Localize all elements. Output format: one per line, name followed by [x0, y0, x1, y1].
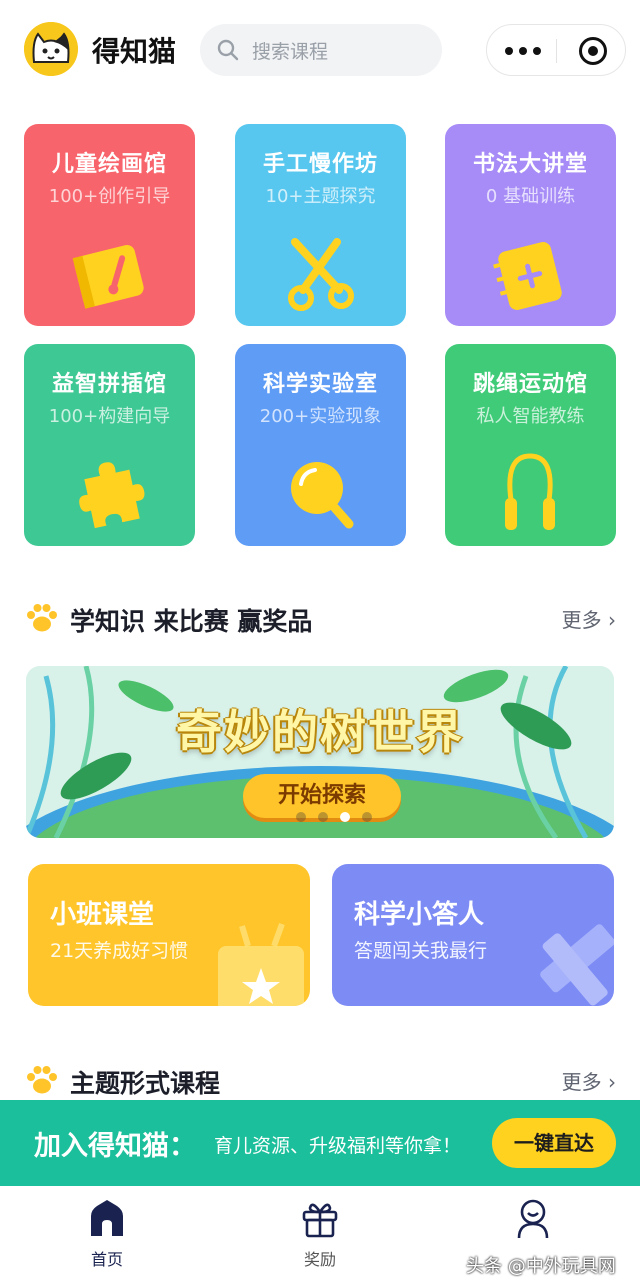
category-subtitle: 私人智能教练 [476, 406, 585, 427]
scissors-icon [275, 228, 365, 318]
tab-home[interactable]: 首页 [52, 1194, 162, 1274]
category-title: 书法大讲堂 [472, 152, 588, 177]
section-title: 主题形式课程 [70, 1069, 221, 1098]
watermark: 头条 @中外玩具网 [466, 1256, 616, 1277]
carousel-dot-active[interactable] [340, 812, 350, 822]
chevron-right-icon: › [608, 608, 616, 632]
capsule-divider [556, 39, 557, 63]
category-card-science[interactable]: 科学实验室 200+实验现象 [235, 344, 406, 546]
category-title: 儿童绘画馆 [51, 152, 167, 177]
carousel-dot[interactable] [296, 812, 306, 822]
category-title: 科学实验室 [262, 372, 378, 397]
home-icon [91, 1200, 123, 1236]
search-placeholder: 搜索课程 [252, 41, 329, 63]
magnifier-icon [275, 448, 365, 538]
promo-banner-carousel[interactable]: 奇妙的树世界 开始探索 [26, 666, 614, 838]
search-input[interactable]: 搜索课程 [200, 24, 442, 76]
more-label: 更多 [561, 608, 602, 632]
category-card-drawing[interactable]: 儿童绘画馆 100+创作引导 [24, 124, 195, 326]
banner-title: 奇妙的树世界 [176, 705, 464, 759]
paw-icon [27, 604, 57, 632]
category-card-jump-rope[interactable]: 跳绳运动馆 私人智能教练 [445, 344, 616, 546]
category-card-handcraft[interactable]: 手工慢作坊 10+主题探究 [235, 124, 406, 326]
tab-label: 首页 [90, 1250, 123, 1269]
join-banner: 加入得知猫： 育儿资源、升级福利等你拿！ 一键直达 [0, 1100, 640, 1186]
header: 得知猫 搜索课程 [0, 0, 640, 100]
carousel-dot[interactable] [362, 812, 372, 822]
promo-card-science-quiz[interactable]: 科学小答人 答题闯关我最行 [332, 864, 614, 1006]
category-subtitle: 100+创作引导 [48, 186, 171, 207]
promo-title: 科学小答人 [354, 900, 485, 930]
cat-logo-icon [24, 22, 78, 76]
promo-subtitle: 答题闯关我最行 [354, 940, 488, 962]
paw-icon [27, 1066, 57, 1094]
more-link[interactable]: 更多 › [562, 604, 616, 633]
section-title: 学知识 来比赛 赢奖品 [70, 607, 313, 636]
pencil-ruler-icon [540, 924, 614, 1006]
mini-program-capsule [486, 24, 626, 76]
join-title: 加入得知猫： [34, 1131, 196, 1162]
more-link[interactable]: 更多 › [562, 1066, 616, 1095]
tab-rewards[interactable]: 奖励 [265, 1194, 375, 1274]
join-now-button[interactable]: 一键直达 [492, 1118, 616, 1168]
carousel-dot[interactable] [318, 812, 328, 822]
category-subtitle: 10+主题探究 [265, 186, 376, 207]
promo-title: 小班课堂 [50, 900, 155, 930]
sketchbook-icon [64, 228, 154, 318]
profile-icon [517, 1199, 549, 1239]
promo-subtitle: 21天养成好习惯 [50, 940, 189, 962]
category-title: 益智拼插馆 [51, 372, 167, 397]
category-card-calligraphy[interactable]: 书法大讲堂 0 基础训练 [445, 124, 616, 326]
puzzle-icon [64, 448, 154, 538]
gift-icon [302, 1203, 338, 1238]
star-box-icon [218, 922, 304, 1006]
category-subtitle: 0 基础训练 [485, 186, 576, 207]
app-title: 得知猫 [92, 35, 177, 68]
join-subtitle: 育儿资源、升级福利等你拿！ [214, 1135, 462, 1157]
jump-rope-icon [485, 448, 575, 538]
category-subtitle: 100+构建向导 [48, 406, 171, 427]
category-card-puzzle[interactable]: 益智拼插馆 100+构建向导 [24, 344, 195, 546]
carousel-indicators [296, 812, 372, 822]
more-options-icon[interactable] [505, 40, 541, 62]
tab-label: 奖励 [303, 1250, 336, 1269]
chevron-right-icon: › [608, 1070, 616, 1094]
search-icon [216, 38, 240, 66]
notebook-icon [485, 228, 575, 318]
category-subtitle: 200+实验现象 [259, 406, 382, 427]
category-title: 跳绳运动馆 [472, 372, 588, 397]
more-label: 更多 [561, 1070, 602, 1094]
section-heading-learn: 学知识 来比赛 赢奖品 更多 › [24, 598, 616, 638]
close-target-icon[interactable] [579, 37, 607, 65]
category-title: 手工慢作坊 [262, 152, 378, 177]
section-heading-topics: 主题形式课程 更多 › [24, 1060, 616, 1100]
promo-card-small-class[interactable]: 小班课堂 21天养成好习惯 [28, 864, 310, 1006]
